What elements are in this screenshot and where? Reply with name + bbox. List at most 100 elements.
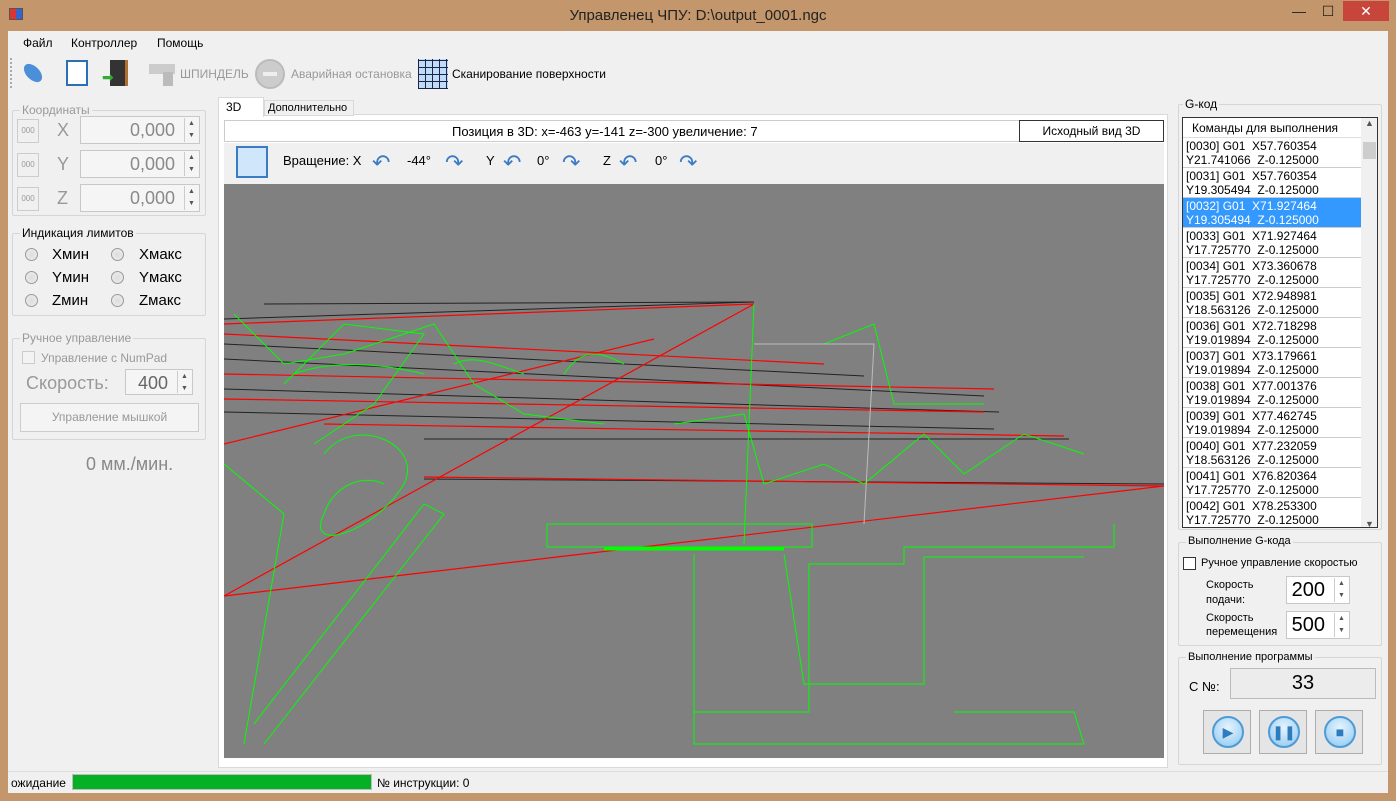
z-spinner[interactable]: ▲ ▼ — [184, 186, 198, 210]
y-coordinate-field[interactable]: 0,000 ▲ ▼ — [80, 150, 200, 178]
scrollbar-thumb[interactable] — [1363, 142, 1376, 159]
progress-fill — [73, 775, 371, 789]
zero-z-button[interactable]: 000 — [17, 187, 39, 211]
progress-bar — [72, 774, 372, 790]
scroll-up-icon[interactable]: ▲ — [1361, 118, 1377, 128]
gcode-row[interactable]: [0034] G01 X73.360678 Y17.725770 Z-0.125… — [1183, 258, 1361, 288]
ymax-indicator — [111, 271, 124, 284]
open-file-button[interactable] — [64, 58, 92, 88]
numpad-label: Управление с NumPad — [41, 351, 168, 365]
gcode-row[interactable]: [0040] G01 X77.232059 Y18.563126 Z-0.125… — [1183, 438, 1361, 468]
feed-speed-label: Скорость подачи: — [1206, 579, 1254, 606]
spindle-button[interactable]: ШПИНДЕЛЬ — [180, 67, 249, 81]
coordinates-title: Координаты — [20, 103, 92, 117]
drill-icon — [145, 58, 177, 88]
manual-speed-spinner[interactable]: ▲ ▼ — [177, 371, 191, 393]
exit-button[interactable]: ➡ — [102, 58, 132, 88]
scroll-down-icon[interactable]: ▼ — [1361, 519, 1377, 527]
emergency-stop-button[interactable]: Аварийная остановка — [291, 67, 412, 81]
feed-speed-spinner[interactable]: ▲ ▼ — [1334, 578, 1348, 602]
z-angle: 0° — [655, 153, 668, 168]
z-coordinate-field[interactable]: 0,000 ▲ ▼ — [80, 184, 200, 212]
3d-viewport[interactable] — [224, 184, 1164, 758]
instruction-number: № инструкции: 0 — [377, 776, 470, 790]
rotate-x-right-icon[interactable]: ↷ — [445, 150, 463, 176]
rotate-z-left-icon[interactable]: ↶ — [619, 150, 637, 176]
gcode-row[interactable]: [0037] G01 X73.179661 Y19.019894 Z-0.125… — [1183, 348, 1361, 378]
menu-help[interactable]: Помощь — [157, 36, 203, 50]
x-coordinate-field[interactable]: 0,000 ▲ ▼ — [80, 116, 200, 144]
x-spinner[interactable]: ▲ ▼ — [184, 118, 198, 142]
stop-button[interactable]: ■ — [1315, 710, 1363, 754]
gcode-row[interactable]: [0042] G01 X78.253300 Y17.725770 Z-0.125… — [1183, 498, 1361, 527]
rotate-x-left-icon[interactable]: ↶ — [372, 150, 390, 176]
grid-scan-icon — [418, 59, 448, 89]
start-button[interactable]: ▶ — [1203, 710, 1251, 754]
reset-view-button[interactable]: Исходный вид 3D — [1019, 120, 1164, 142]
manual-speed-checkbox[interactable] — [1183, 557, 1196, 570]
gcode-row[interactable]: [0039] G01 X77.462745 Y19.019894 Z-0.125… — [1183, 408, 1361, 438]
rotate-y-right-icon[interactable]: ↷ — [562, 150, 580, 176]
gcode-row[interactable]: [0032] G01 X71.927464 Y19.305494 Z-0.125… — [1183, 198, 1361, 228]
y-spinner[interactable]: ▲ ▼ — [184, 152, 198, 176]
scan-surface-button[interactable]: Сканирование поверхности — [452, 67, 606, 81]
move-speed-label: Скорость перемещения — [1206, 612, 1278, 638]
gcode-row[interactable]: [0036] G01 X72.718298 Y19.019894 Z-0.125… — [1183, 318, 1361, 348]
maximize-button[interactable]: ☐ — [1314, 1, 1342, 21]
minimize-button[interactable]: — — [1285, 1, 1313, 21]
gcode-list[interactable]: Команды для выполнения [0030] G01 X57.76… — [1182, 117, 1378, 528]
gcode-row[interactable]: [0033] G01 X71.927464 Y17.725770 Z-0.125… — [1183, 228, 1361, 258]
ymax-label: Yмакс — [139, 269, 182, 286]
tab-3d[interactable]: 3D — [218, 97, 264, 117]
numpad-checkbox[interactable] — [22, 351, 35, 364]
zmax-label: Zмакс — [139, 292, 182, 309]
view-settings-icon[interactable] — [236, 146, 268, 178]
rotation-label: Вращение: X — [283, 153, 362, 168]
menu-file[interactable]: Файл — [23, 36, 53, 50]
zero-x-button[interactable]: 000 — [17, 119, 39, 143]
arrow-icon: ➡ — [102, 69, 114, 85]
zmax-indicator — [111, 294, 124, 307]
feed-speed-value: 200 — [1291, 579, 1325, 601]
execution-title: Выполнение G-кода — [1186, 535, 1293, 547]
status-state: ожидание — [11, 776, 66, 790]
move-speed-spinner[interactable]: ▲ ▼ — [1334, 613, 1348, 637]
gcode-row[interactable]: [0041] G01 X76.820364 Y17.725770 Z-0.125… — [1183, 468, 1361, 498]
feed-speed-field[interactable]: 200 ▲ ▼ — [1286, 576, 1350, 604]
mouse-control-button[interactable]: Управление мышкой — [20, 403, 199, 432]
rotate-z-right-icon[interactable]: ↷ — [679, 150, 697, 176]
gcode-row[interactable]: [0030] G01 X57.760354 Y21.741066 Z-0.125… — [1183, 138, 1361, 168]
rotate-y-left-icon[interactable]: ↶ — [503, 150, 521, 176]
zmin-label: Zмин — [52, 292, 89, 309]
gcode-scrollbar[interactable]: ▲ ▼ — [1361, 118, 1377, 527]
manual-speed-field[interactable]: 400 ▲ ▼ — [125, 369, 193, 395]
gcode-title: G-код — [1183, 97, 1220, 111]
z-value: 0,000 — [129, 188, 175, 208]
x-angle: -44° — [407, 153, 431, 168]
manual-title: Ручное управление — [20, 331, 134, 345]
manual-speed-label: Ручное управление скоростью — [1201, 557, 1358, 569]
play-icon: ▶ — [1212, 716, 1244, 748]
close-button[interactable]: ✕ — [1343, 1, 1389, 21]
file-icon — [66, 60, 88, 86]
axis-x-label: X — [57, 120, 70, 140]
y-angle: 0° — [537, 153, 550, 168]
ymin-indicator — [25, 271, 38, 284]
line-number-label: С №: — [1189, 679, 1220, 694]
gcode-row[interactable]: [0035] G01 X72.948981 Y18.563126 Z-0.125… — [1183, 288, 1361, 318]
pause-button[interactable]: ❚❚ — [1259, 710, 1307, 754]
tab-additional[interactable]: Дополнительно — [264, 100, 354, 116]
toolbar-grip — [10, 58, 12, 88]
zmin-indicator — [25, 294, 38, 307]
title-bar: Управленец ЧПУ: D:\output_0001.ngc — ☐ ✕ — [0, 0, 1396, 31]
gcode-row[interactable]: [0038] G01 X77.001376 Y19.019894 Z-0.125… — [1183, 378, 1361, 408]
gcode-row[interactable]: [0031] G01 X57.760354 Y19.305494 Z-0.125… — [1183, 168, 1361, 198]
menu-controller[interactable]: Контроллер — [71, 36, 137, 50]
pause-icon: ❚❚ — [1268, 716, 1300, 748]
zero-y-button[interactable]: 000 — [17, 153, 39, 177]
window-title: Управленец ЧПУ: D:\output_0001.ngc — [569, 7, 827, 24]
connect-button[interactable] — [18, 58, 50, 88]
gcode-list-header[interactable]: Команды для выполнения — [1183, 118, 1361, 138]
emergency-stop-icon — [255, 59, 285, 89]
move-speed-field[interactable]: 500 ▲ ▼ — [1286, 611, 1350, 639]
